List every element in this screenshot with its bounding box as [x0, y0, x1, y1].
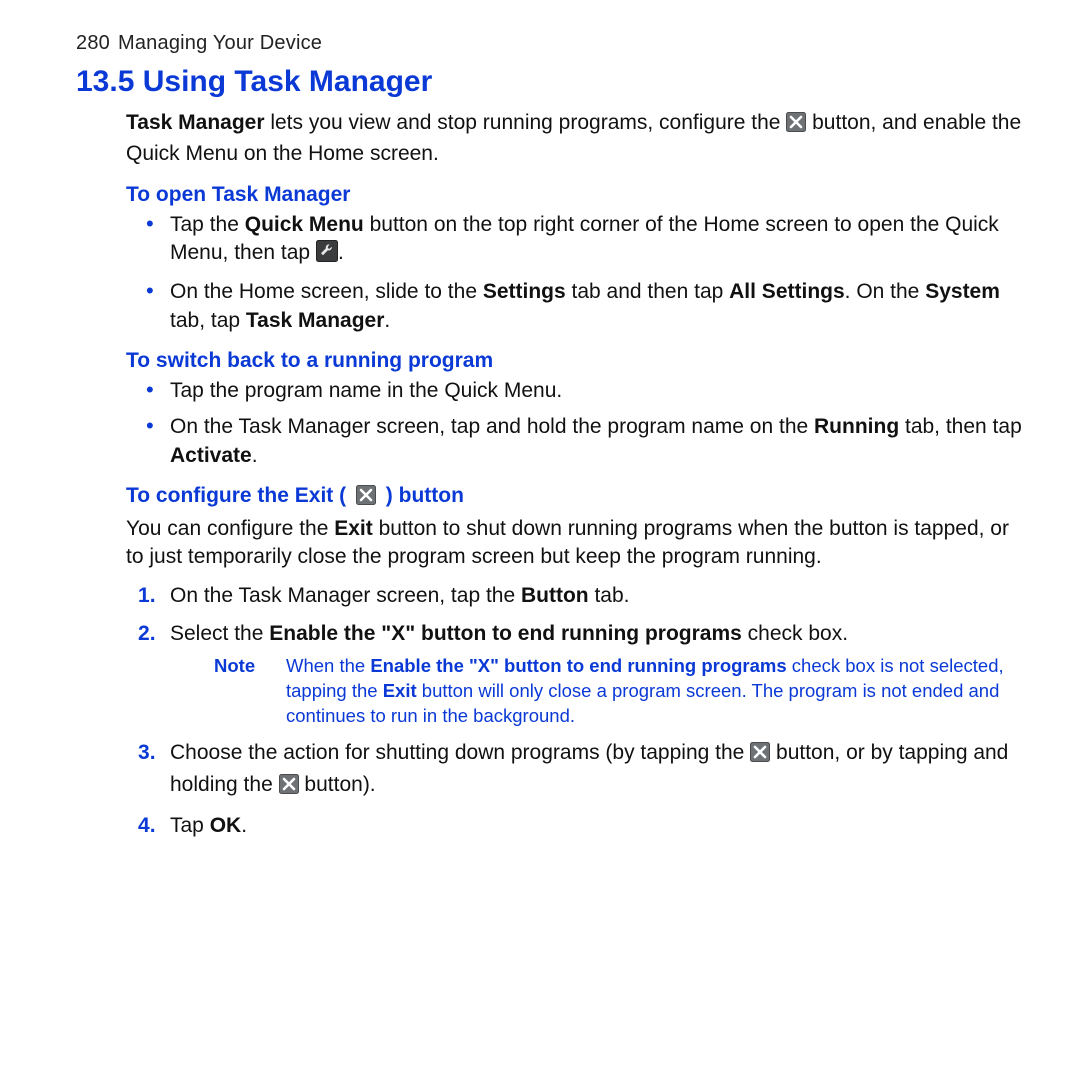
page-number: 280 — [76, 32, 110, 54]
list-item: Choose the action for shutting down prog… — [126, 739, 1022, 802]
section-body: Task Manager lets you view and stop runn… — [126, 109, 1022, 840]
list-item: Tap the program name in the Quick Menu. — [126, 377, 1022, 405]
section-heading: 13.5 Using Task Manager — [76, 65, 1022, 99]
paragraph: You can configure the Exit button to shu… — [126, 515, 1022, 572]
chapter-title: Managing Your Device — [118, 32, 322, 54]
list-item: Select the Enable the "X" button to end … — [126, 620, 1022, 729]
manual-page: 280 Managing Your Device 13.5 Using Task … — [0, 0, 1080, 890]
close-icon — [356, 485, 376, 511]
running-header: 280 Managing Your Device — [76, 32, 1022, 55]
bullet-list: Tap the program name in the Quick Menu. … — [126, 377, 1022, 470]
close-icon — [786, 112, 806, 140]
list-item: On the Home screen, slide to the Setting… — [126, 278, 1022, 335]
list-item: On the Task Manager screen, tap the Butt… — [126, 582, 1022, 610]
close-icon — [750, 742, 770, 770]
subheading-open-task-manager: To open Task Manager — [126, 183, 1022, 207]
note-label: Note — [214, 654, 286, 729]
note-block: Note When the Enable the "X" button to e… — [214, 654, 1022, 729]
subheading-configure-exit: To configure the Exit ( ) button — [126, 484, 1022, 511]
subheading-switch-back: To switch back to a running program — [126, 349, 1022, 373]
list-item: Tap the Quick Menu button on the top rig… — [126, 211, 1022, 271]
wrench-icon — [316, 240, 338, 270]
close-icon — [279, 774, 299, 802]
bullet-list: Tap the Quick Menu button on the top rig… — [126, 211, 1022, 335]
list-item: Tap OK. — [126, 812, 1022, 840]
note-text: When the Enable the "X" button to end ru… — [286, 654, 1022, 729]
numbered-list: On the Task Manager screen, tap the Butt… — [126, 582, 1022, 841]
list-item: On the Task Manager screen, tap and hold… — [126, 413, 1022, 470]
intro-paragraph: Task Manager lets you view and stop runn… — [126, 109, 1022, 169]
